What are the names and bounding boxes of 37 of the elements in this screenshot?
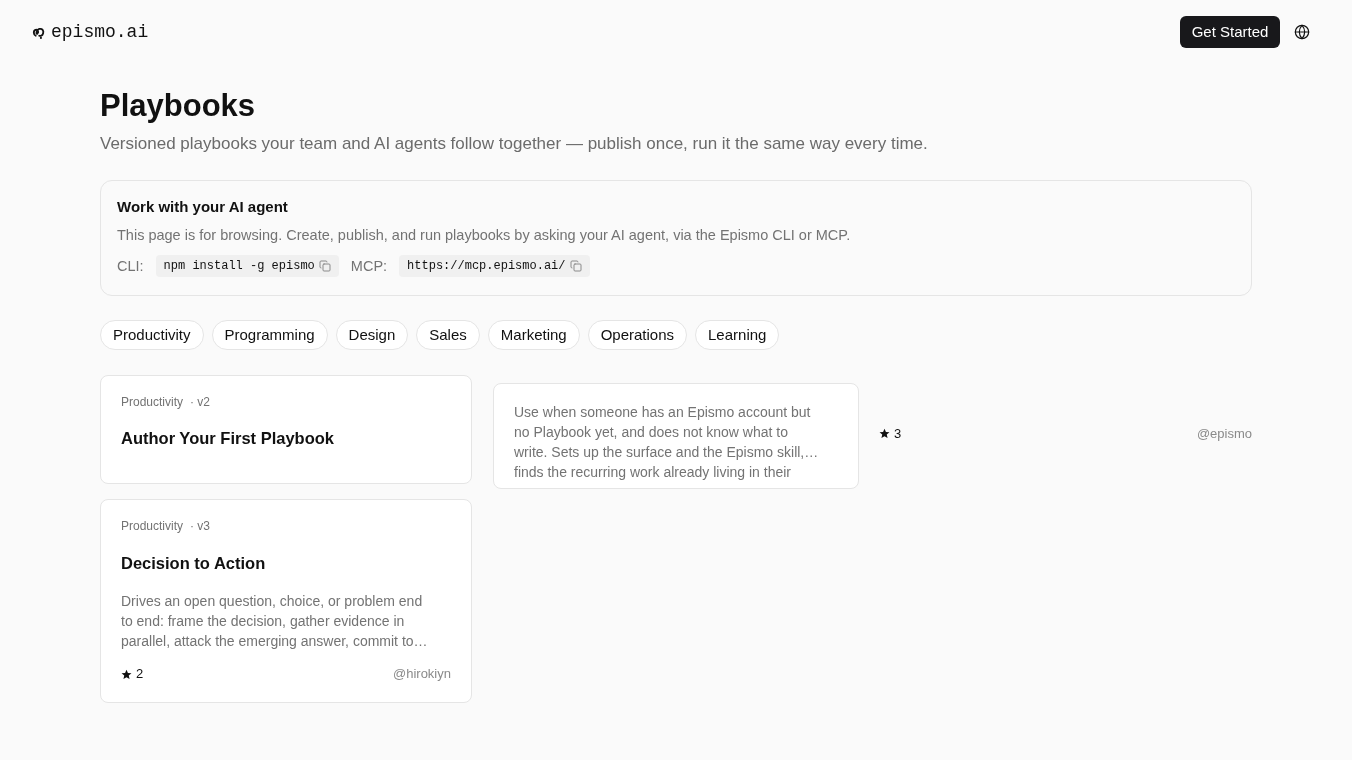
playbook-title: Author Your First Playbook	[121, 428, 335, 449]
logo-wordmark[interactable]: epismo.ai	[51, 20, 149, 44]
agent-panel-description: This page is for browsing. Create, publish, and run playbooks by asking your AI agent, via the Epismo CLI or MCP.	[117, 226, 852, 245]
playbook-version: · v3	[190, 518, 211, 534]
command-label: CLI:	[117, 257, 144, 276]
playbook-category: Productivity	[121, 394, 184, 410]
playbook-author: @epismo	[1196, 425, 1252, 442]
playbook-description: Drives an open question, choice, or problem end to end: frame the decision, gather evidence in parallel, attack the emerging answer, commit to…	[121, 592, 429, 651]
star-count: 3	[894, 425, 902, 442]
copy-icon[interactable]	[569, 260, 582, 272]
page-subtitle: Versioned playbooks your team and AI agents follow together — publish once, run it the same way every time.	[100, 133, 929, 155]
get-started-button[interactable]: Get Started	[1180, 16, 1280, 48]
agent-panel-title: Work with your AI agent	[117, 197, 289, 217]
command-label: MCP:	[350, 257, 388, 276]
playbook-version: · v2	[190, 394, 211, 410]
command-code: https://mcp.epismo.ai/	[407, 258, 566, 274]
star-icon	[121, 668, 132, 680]
playbook-card[interactable]: Productivity · v2 Author Your First Playbook	[100, 375, 472, 484]
category-tab[interactable]: Programming	[211, 320, 328, 350]
category-tab[interactable]: Sales	[416, 320, 480, 350]
page-title: Playbooks	[100, 88, 257, 124]
star-count: 2	[136, 666, 144, 682]
playbook-category: Productivity	[121, 518, 184, 534]
playbook-title: Decision to Action	[121, 553, 267, 574]
command-code: npm install -g epismo	[163, 258, 315, 274]
playbook-card[interactable]: Productivity · v3 Decision to Action Drives an open question, choice, or problem end to end: frame the decision, gather evidence in parallel, attack the emerging answer, commit to… 2 @hirokiyn	[100, 499, 472, 703]
category-tab[interactable]: Marketing	[487, 320, 580, 350]
star-icon	[879, 428, 890, 439]
playbook-author: @hirokiyn	[393, 666, 451, 682]
playbook-description: Use when someone has an Epismo account but no Playbook yet, and does not know what to write. Sets up the surface and the Epismo skill,… finds the recurring work already living in their	[514, 403, 820, 482]
globe-icon[interactable]	[1294, 24, 1310, 40]
category-tab[interactable]: Learning	[695, 320, 780, 350]
category-tab[interactable]: Design	[335, 320, 409, 350]
category-tab[interactable]: Operations	[587, 320, 688, 350]
copy-icon[interactable]	[318, 260, 331, 272]
logo-icon	[32, 25, 45, 39]
category-tab[interactable]: Productivity	[100, 320, 204, 350]
